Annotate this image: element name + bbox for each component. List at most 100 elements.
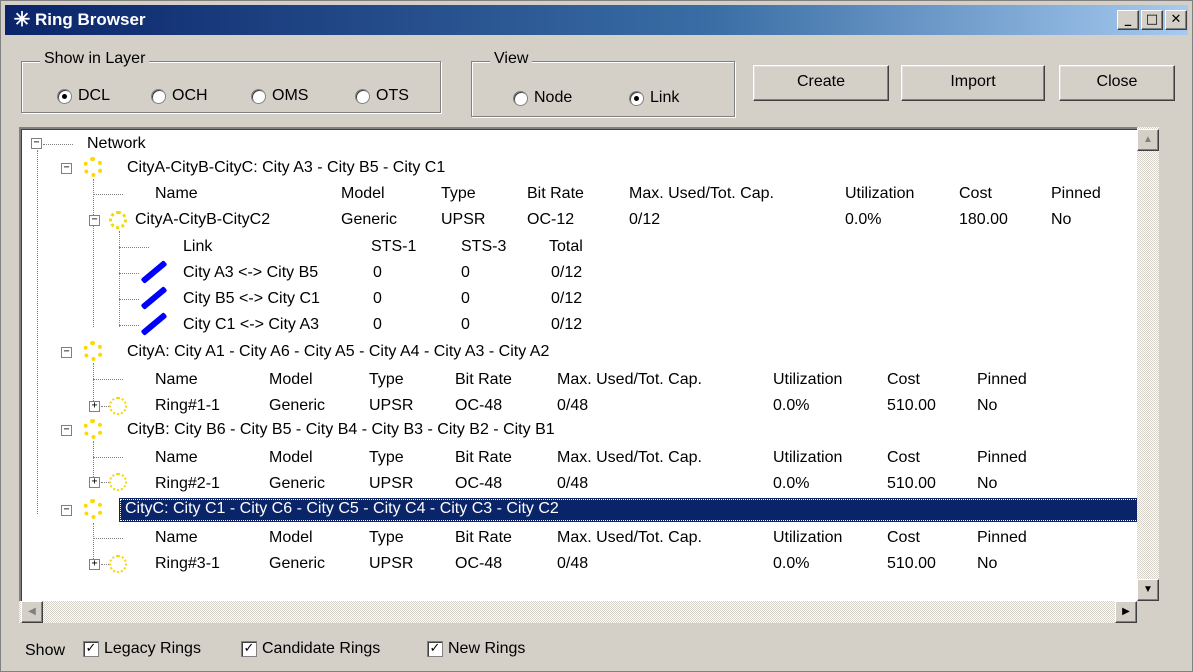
ring-group-label[interactable]: CityA: City A1 - City A6 - City A5 - Cit… (127, 341, 549, 363)
header-utilization: Utilization (773, 371, 843, 388)
ring-model: Generic (269, 397, 326, 414)
link-sts3: 0 (461, 264, 470, 281)
link-total: 0/12 (551, 264, 583, 281)
show-label: Show (25, 642, 66, 659)
radio-icon (251, 88, 266, 104)
radio-label: OCH (172, 87, 208, 104)
tree-connector (119, 231, 120, 327)
link-name[interactable]: City B5 <-> City C1 (183, 288, 320, 310)
collapse-toggle[interactable]: − (61, 425, 72, 436)
title-bar[interactable]: ✳ Ring Browser _ □ ✕ (5, 5, 1188, 35)
selected-ring-group[interactable]: CityC: City C1 - City C6 - City C5 - Cit… (119, 498, 1149, 522)
collapse-toggle[interactable]: − (89, 215, 100, 226)
close-button[interactable]: Close (1059, 65, 1175, 101)
link-name[interactable]: City A3 <-> City B5 (183, 262, 318, 284)
layer-radio-oms[interactable]: OMS (251, 87, 308, 105)
view-radio-node[interactable]: Node (513, 89, 572, 107)
ring-utilization: 0.0% (773, 555, 810, 572)
ring-group-icon (83, 341, 103, 361)
maximize-button[interactable]: □ (1141, 10, 1163, 30)
expand-toggle[interactable]: + (89, 477, 100, 488)
scroll-right-arrow-icon[interactable]: ▶ (1115, 601, 1137, 623)
scroll-left-arrow-icon[interactable]: ◀ (21, 601, 43, 623)
link-sts1: 0 (373, 290, 382, 307)
tree-connector (101, 564, 109, 565)
link-sts3: 0 (461, 316, 470, 333)
layer-radio-dcl[interactable]: DCL (57, 87, 110, 105)
ring-icon (109, 555, 127, 573)
scrollbar-corner (1137, 601, 1159, 623)
header-type: Type (369, 449, 404, 466)
import-button[interactable]: Import (901, 65, 1045, 101)
ring-type: UPSR (369, 475, 414, 492)
checkbox-label: New Rings (448, 640, 526, 657)
ring-name[interactable]: Ring#2-1 (155, 473, 220, 495)
checkbox-label: Candidate Rings (262, 640, 381, 657)
expand-toggle[interactable]: + (89, 559, 100, 570)
ring-bit-rate: OC-48 (455, 475, 503, 492)
ring-type: UPSR (369, 397, 414, 414)
radio-icon (513, 90, 528, 106)
collapse-toggle[interactable]: − (61, 347, 72, 358)
radio-icon (151, 88, 166, 104)
header-pinned: Pinned (977, 449, 1027, 466)
horizontal-scrollbar[interactable] (19, 601, 1137, 623)
link-name[interactable]: City C1 <-> City A3 (183, 314, 319, 336)
ring-name[interactable]: Ring#1-1 (155, 395, 220, 417)
scroll-up-arrow-icon[interactable]: ▲ (1137, 129, 1159, 151)
layer-radio-ots[interactable]: OTS (355, 87, 409, 105)
tree-connector (101, 482, 109, 483)
tree-root-network[interactable]: Network (87, 133, 146, 155)
close-window-button[interactable]: ✕ (1165, 10, 1187, 30)
header-pinned: Pinned (977, 529, 1027, 546)
collapse-toggle[interactable]: − (61, 505, 72, 516)
link-header-link: Link (183, 238, 213, 255)
new-rings-checkbox[interactable]: ✓ New Rings (427, 640, 525, 658)
app-star-icon: ✳ (13, 9, 31, 31)
link-sts1: 0 (373, 316, 382, 333)
tree-connector (93, 538, 123, 539)
header-model: Model (269, 529, 313, 546)
tree-connector (43, 144, 73, 145)
header-type: Type (441, 185, 476, 202)
view-group: View (471, 50, 735, 117)
ring-cost: 510.00 (887, 397, 936, 414)
ring-cost: 180.00 (959, 211, 1008, 228)
create-button[interactable]: Create (753, 65, 889, 101)
ring-name[interactable]: CityA-CityB-CityC2 (135, 209, 270, 231)
candidate-rings-checkbox[interactable]: ✓ Candidate Rings (241, 640, 380, 658)
tree-connector (119, 247, 149, 248)
radio-selected-icon (57, 88, 72, 104)
header-bit-rate: Bit Rate (455, 371, 512, 388)
ring-type: UPSR (369, 555, 414, 572)
ring-group-label[interactable]: CityB: City B6 - City B5 - City B4 - Cit… (127, 419, 555, 441)
header-type: Type (369, 529, 404, 546)
header-cost: Cost (887, 529, 920, 546)
minimize-button[interactable]: _ (1117, 10, 1139, 30)
collapse-toggle[interactable]: − (31, 138, 42, 149)
view-radio-link[interactable]: Link (629, 89, 679, 107)
vertical-scrollbar[interactable] (1137, 127, 1159, 603)
tree-connector (37, 150, 38, 514)
scroll-down-arrow-icon[interactable]: ▼ (1137, 579, 1159, 601)
collapse-toggle[interactable]: − (61, 163, 72, 174)
ring-pinned: No (977, 475, 998, 492)
link-total: 0/12 (551, 316, 583, 333)
ring-name[interactable]: Ring#3-1 (155, 553, 220, 575)
ring-model: Generic (269, 555, 326, 572)
ring-utilization: 0.0% (773, 397, 810, 414)
header-model: Model (341, 185, 385, 202)
header-name: Name (155, 185, 198, 202)
header-cost: Cost (959, 185, 992, 202)
expand-toggle[interactable]: + (89, 401, 100, 412)
tree-connector (93, 194, 123, 195)
window-title: Ring Browser (35, 10, 146, 29)
ring-max-used: 0/48 (557, 475, 589, 492)
header-model: Model (269, 449, 313, 466)
ring-icon (109, 473, 127, 491)
ring-group-label[interactable]: CityA-CityB-CityC: City A3 - City B5 - C… (127, 157, 445, 179)
legacy-rings-checkbox[interactable]: ✓ Legacy Rings (83, 640, 201, 658)
ring-model: Generic (341, 211, 398, 228)
layer-radio-och[interactable]: OCH (151, 87, 208, 105)
header-cost: Cost (887, 449, 920, 466)
